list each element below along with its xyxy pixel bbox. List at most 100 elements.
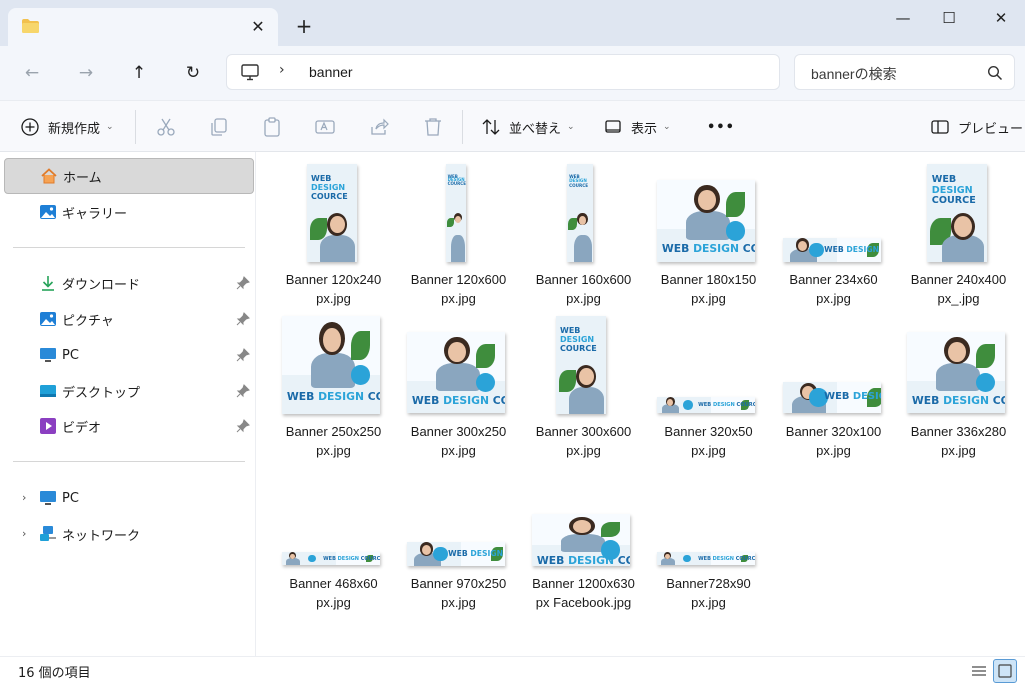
sidebar-item-home[interactable]: ホーム	[4, 158, 254, 194]
rename-icon[interactable]	[314, 116, 336, 138]
sidebar-item-pc-tree[interactable]: › PC	[4, 480, 254, 516]
banner-thumbnail[interactable]: WEB DESIGN COURCE	[657, 552, 755, 565]
sidebar-item-videos[interactable]: ビデオ	[4, 408, 254, 444]
breadcrumb-banner[interactable]: banner	[309, 64, 353, 80]
banner-thumbnail[interactable]: WEB DESIGN COURCE	[556, 316, 606, 414]
details-view-icon[interactable]	[967, 659, 991, 683]
gallery-icon	[40, 205, 56, 219]
sidebar-item-gallery[interactable]: ギャラリー	[4, 194, 254, 230]
banner-thumbnail[interactable]: WEB DESIGN COURCE	[446, 164, 466, 262]
file-300x250[interactable]: Banner 300x250 px.jpg	[396, 422, 521, 460]
paste-icon[interactable]	[261, 116, 283, 138]
large-icons-view-button[interactable]	[993, 659, 1017, 683]
thumb-text: WEB	[560, 325, 581, 335]
file-120x600[interactable]: Banner 120x600 px.jpg	[396, 270, 521, 308]
thumb-text: WEB	[661, 242, 690, 256]
banner-thumbnail[interactable]: WEB DESIGN COURCE	[282, 552, 380, 565]
file-234x60[interactable]: Banner 234x60 px.jpg	[771, 270, 896, 308]
banner-thumbnail[interactable]: WEB DESIGN COURCE	[407, 332, 505, 413]
up-button[interactable]: ↑	[127, 61, 151, 85]
file-728x90[interactable]: Banner728x90 px.jpg	[646, 574, 771, 612]
sidebar-item-pc[interactable]: PC	[4, 337, 254, 373]
banner-thumbnail[interactable]: WEB DESIGN COURCE	[282, 316, 380, 414]
file-name-line1: Banner 336x280	[910, 424, 1007, 439]
file-300x600[interactable]: Banner 300x600 px.jpg	[521, 422, 646, 460]
thumb-text: WEB	[323, 555, 336, 562]
banner-thumbnail[interactable]: WEB DESIGN COURCE	[783, 382, 881, 413]
minimize-button[interactable]: —	[880, 6, 926, 30]
file-970x250[interactable]: Banner 970x250 px.jpg	[396, 574, 521, 612]
file-320x100[interactable]: Banner 320x100 px.jpg	[771, 422, 896, 460]
sidebar-item-desktop[interactable]: デスクトップ	[4, 373, 254, 409]
pin-icon[interactable]	[236, 276, 250, 290]
address-bar[interactable]: › banner	[226, 54, 780, 90]
file-name-line1: Banner 160x600	[535, 272, 632, 287]
file-180x150[interactable]: Banner 180x150 px.jpg	[646, 270, 771, 308]
search-box[interactable]: bannerの検索	[794, 54, 1015, 90]
chevron-right-icon[interactable]: ›	[22, 491, 26, 504]
file-336x280[interactable]: Banner 336x280 px.jpg	[896, 422, 1021, 460]
pin-icon[interactable]	[236, 348, 250, 362]
pin-icon[interactable]	[236, 384, 250, 398]
thumb-text: DESIGN	[568, 553, 614, 566]
sidebar-item-label: ネットワーク	[62, 528, 141, 544]
banner-thumbnail[interactable]: WEB DESIGN COURCE	[307, 164, 357, 262]
file-320x50[interactable]: Banner 320x50 px.jpg	[646, 422, 771, 460]
search-icon[interactable]	[987, 65, 1003, 81]
new-tab-button[interactable]: +	[293, 16, 315, 38]
banner-thumbnail[interactable]: WEB DESIGN COURCE	[657, 180, 755, 262]
share-icon[interactable]	[368, 116, 390, 138]
view-button[interactable]: 表示 ⌄	[603, 115, 671, 139]
banner-thumbnail[interactable]: WEB DESIGN COURCE	[567, 164, 593, 262]
plus-circle-icon	[21, 118, 39, 136]
banner-thumbnail[interactable]: WEB DESIGN COURCE	[657, 397, 755, 413]
back-button[interactable]: ←	[20, 61, 44, 85]
search-input[interactable]: bannerの検索	[811, 64, 897, 84]
sort-button[interactable]: 並べ替え ⌄	[481, 115, 575, 139]
sidebar-item-downloads[interactable]: ダウンロード	[4, 265, 254, 301]
banner-thumbnail[interactable]: WEB DESIGN COURCE	[407, 542, 505, 566]
chevron-right-icon[interactable]: ›	[22, 527, 26, 540]
close-tab-icon[interactable]: ✕	[248, 17, 268, 37]
new-button[interactable]: 新規作成 ⌄	[20, 115, 114, 139]
banner-thumbnail[interactable]: WEB DESIGN COURCE	[927, 164, 987, 262]
more-button[interactable]: •••	[707, 115, 735, 139]
banner-thumbnail[interactable]: WEB DESIGN COURCE	[783, 238, 881, 262]
thumb-text: COURCE	[560, 343, 597, 353]
file-250x250[interactable]: Banner 250x250 px.jpg	[271, 422, 396, 460]
pictures-icon	[40, 312, 56, 326]
file-240x400[interactable]: Banner 240x400 px_.jpg	[896, 270, 1021, 308]
banner-thumbnail[interactable]: WEB DESIGN COURCE	[907, 332, 1005, 413]
thumb-text: COURCE	[311, 191, 348, 201]
file-160x600[interactable]: Banner 160x600 px.jpg	[521, 270, 646, 308]
cut-icon[interactable]	[155, 116, 177, 138]
chevron-down-icon: ⌄	[663, 122, 671, 132]
refresh-button[interactable]: ↻	[181, 61, 205, 85]
file-120x240[interactable]: Banner 120x240 px.jpg	[271, 270, 396, 308]
file-name-line2: px_.jpg	[937, 291, 980, 306]
preview-button[interactable]: プレビュー	[930, 115, 1023, 139]
sidebar-item-network[interactable]: › ネットワーク	[4, 516, 254, 552]
pin-icon[interactable]	[236, 419, 250, 433]
copy-icon[interactable]	[208, 116, 230, 138]
file-468x60[interactable]: Banner 468x60 px.jpg	[271, 574, 396, 612]
file-name-line1: Banner 120x600	[410, 272, 507, 287]
pin-icon[interactable]	[236, 312, 250, 326]
download-icon	[42, 276, 54, 291]
sidebar-item-pictures[interactable]: ピクチャ	[4, 301, 254, 337]
close-window-button[interactable]: ✕	[978, 6, 1024, 30]
file-1200x630[interactable]: Banner 1200x630 px Facebook.jpg	[521, 574, 646, 612]
breadcrumb-chevron-icon[interactable]: ›	[279, 62, 285, 78]
thumb-text: WEB	[311, 173, 332, 183]
preview-label: プレビュー	[958, 121, 1024, 137]
divider	[135, 110, 136, 144]
maximize-button[interactable]: ☐	[926, 6, 972, 30]
file-name-line2: px.jpg	[816, 291, 851, 306]
file-name-line2: px.jpg	[316, 595, 351, 610]
trash-icon[interactable]	[422, 116, 444, 138]
thumb-text: COURCE	[735, 555, 755, 562]
sidebar-item-label: PC	[62, 490, 79, 506]
forward-button[interactable]: →	[74, 61, 98, 85]
tab-banner[interactable]: ✕	[8, 8, 278, 46]
banner-thumbnail[interactable]: WEB DESIGN COURCE	[532, 514, 630, 566]
